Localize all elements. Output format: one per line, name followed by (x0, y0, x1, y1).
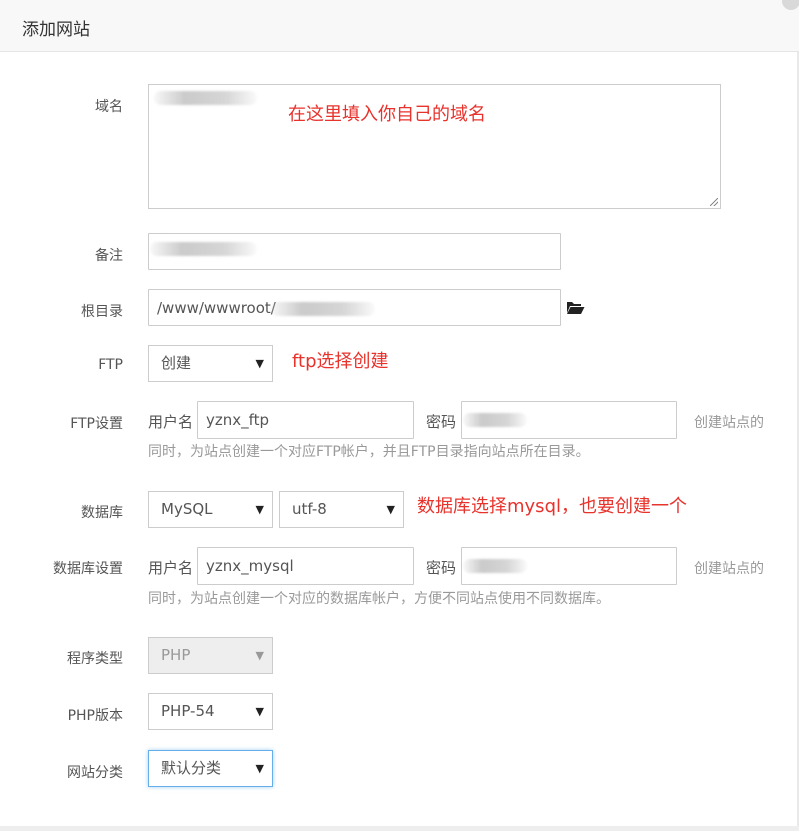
caret-down-icon: ▼ (255, 649, 264, 662)
database-select[interactable]: MySQL ▼ (148, 491, 273, 528)
domain-annotation: 在这里填入你自己的域名 (288, 104, 486, 125)
db-username-input[interactable]: yznx_mysql (197, 547, 414, 585)
caret-down-icon: ▼ (255, 705, 264, 718)
remark-label: 备注 (95, 248, 123, 264)
caret-down-icon: ▼ (255, 503, 264, 516)
ftp-annotation: ftp选择创建 (292, 351, 389, 372)
ftp-password-label: 密码 (426, 413, 457, 431)
ftp-username-label: 用户名 (148, 413, 194, 431)
root-path: /www/wwwroot/ (157, 299, 276, 317)
dialog-footer-edge (0, 826, 799, 831)
db-hint: 同时，为站点创建一个对应的数据库帐户，方便不同站点使用不同数据库。 (148, 591, 610, 607)
dialog-title: 添加网站 (22, 20, 90, 40)
category-label: 网站分类 (67, 765, 123, 781)
php-version-label: PHP版本 (67, 708, 123, 724)
dialog-header: 添加网站 (0, 0, 799, 52)
caret-down-icon: ▼ (255, 357, 264, 370)
database-annotation: 数据库选择mysql，也要创建一个 (417, 496, 687, 517)
redacted-db-password (463, 559, 527, 573)
redacted-domain (154, 91, 257, 105)
ftp-settings-label: FTP设置 (70, 416, 123, 432)
ftp-hint: 同时，为站点创建一个对应FTP帐户，并且FTP目录指向站点所在目录。 (148, 444, 590, 460)
db-password-label: 密码 (426, 559, 457, 577)
database-label: 数据库 (81, 505, 123, 521)
category-select[interactable]: 默认分类 ▼ (148, 750, 273, 787)
program-type-select: PHP ▼ (148, 637, 273, 674)
ftp-hint-suffix: 创建站点的 (694, 415, 764, 431)
charset-select[interactable]: utf-8 ▼ (279, 491, 404, 528)
redacted-remark (150, 242, 257, 256)
db-settings-label: 数据库设置 (53, 561, 123, 577)
program-type-label: 程序类型 (67, 651, 123, 667)
redacted-root (271, 302, 375, 316)
php-version-select[interactable]: PHP-54 ▼ (148, 693, 273, 730)
domain-label: 域名 (95, 99, 123, 115)
caret-down-icon: ▼ (386, 503, 395, 516)
db-hint-suffix: 创建站点的 (694, 561, 764, 577)
ftp-label: FTP (98, 357, 123, 373)
root-label: 根目录 (81, 304, 123, 320)
redacted-ftp-password (463, 413, 527, 427)
db-username-label: 用户名 (148, 559, 194, 577)
ftp-username-input[interactable]: yznx_ftp (197, 401, 414, 439)
ftp-select[interactable]: 创建 ▼ (148, 345, 273, 382)
resize-grip-icon[interactable] (710, 198, 718, 206)
folder-open-icon[interactable] (566, 300, 585, 315)
caret-down-icon: ▼ (255, 762, 264, 775)
